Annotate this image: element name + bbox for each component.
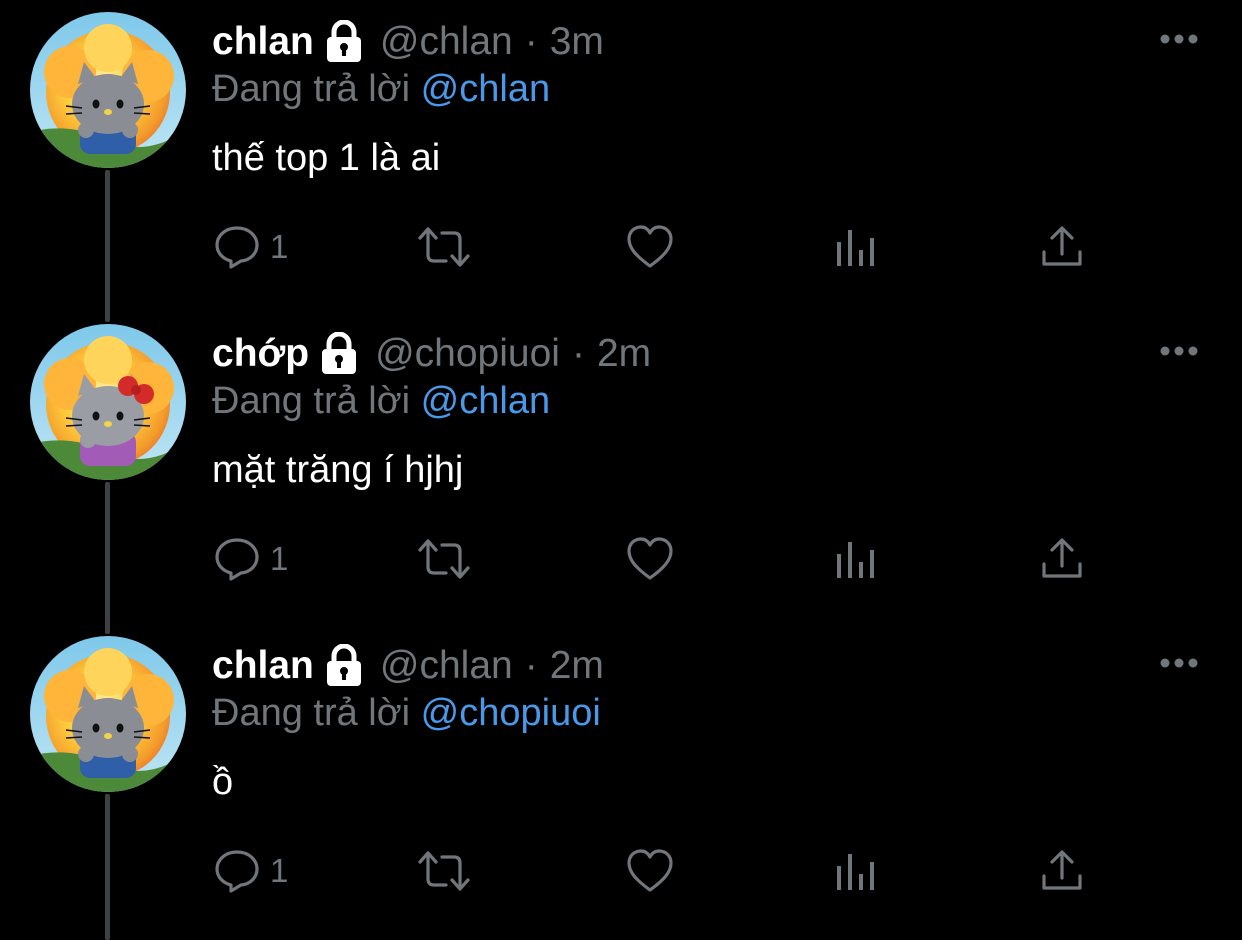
separator-dot: · <box>524 644 538 687</box>
replying-to: Đang trả lời @chopiuoi <box>212 692 601 735</box>
tweet-actions: 1 <box>0 524 1242 594</box>
avatar[interactable] <box>30 12 186 168</box>
replying-to-label: Đang trả lời <box>212 68 411 110</box>
reply-button[interactable]: 1 <box>214 524 288 594</box>
reply-icon <box>215 850 259 893</box>
lock-icon <box>326 644 361 686</box>
replying-to: Đang trả lời @chlan <box>212 380 550 423</box>
heart-icon <box>627 849 673 892</box>
timestamp[interactable]: 2m <box>597 332 651 376</box>
more-icon[interactable] <box>1158 32 1200 46</box>
tweet-text: mặt trăng í hjhj <box>212 449 464 491</box>
reply-mention-link[interactable]: @chlan <box>421 68 550 110</box>
separator-dot: · <box>524 20 538 63</box>
reply-button[interactable]: 1 <box>214 212 288 282</box>
user-handle[interactable]: @chlan <box>380 20 513 64</box>
tweet-text: ồ <box>212 761 234 803</box>
reply-button[interactable]: 1 <box>214 836 288 906</box>
share-icon <box>1042 850 1082 890</box>
like-button[interactable] <box>626 836 674 906</box>
user-handle[interactable]: @chlan <box>380 644 513 688</box>
replying-to-label: Đang trả lời <box>212 692 411 734</box>
retweet-button[interactable] <box>416 524 472 594</box>
share-button[interactable] <box>1040 836 1084 906</box>
tweet[interactable]: chlan @chlan · 3m Đang trả lời @chlan th… <box>0 0 1242 312</box>
reply-mention-link[interactable]: @chopiuoi <box>421 692 601 734</box>
lock-icon <box>326 20 361 62</box>
tweet-header: chlan @chlan · 3m <box>212 18 604 66</box>
analytics-icon <box>837 542 874 578</box>
tweet-actions: 1 <box>0 212 1242 282</box>
display-name[interactable]: chlan <box>212 644 314 688</box>
timestamp[interactable]: 3m <box>550 20 604 64</box>
replying-to-label: Đang trả lời <box>212 380 411 422</box>
reply-mention-link[interactable]: @chlan <box>421 380 550 422</box>
user-handle[interactable]: @chopiuoi <box>375 332 560 376</box>
analytics-button[interactable] <box>834 524 878 594</box>
analytics-icon <box>837 230 874 266</box>
heart-icon <box>627 537 673 580</box>
retweet-icon <box>418 851 470 891</box>
analytics-button[interactable] <box>834 212 878 282</box>
reply-icon <box>215 538 259 581</box>
reply-count: 1 <box>270 852 289 889</box>
share-button[interactable] <box>1040 212 1084 282</box>
tweet-header: chlan @chlan · 2m <box>212 642 604 690</box>
share-icon <box>1042 226 1082 266</box>
tweet-text: thế top 1 là ai <box>212 137 441 179</box>
display-name[interactable]: chớp <box>212 332 309 376</box>
analytics-icon <box>837 854 874 890</box>
heart-icon <box>627 225 673 268</box>
tweet-header: chớp @chopiuoi · 2m <box>212 330 651 378</box>
share-button[interactable] <box>1040 524 1084 594</box>
like-button[interactable] <box>626 524 674 594</box>
tweet[interactable]: chớp @chopiuoi · 2m Đang trả lời @chlan … <box>0 312 1242 624</box>
analytics-button[interactable] <box>834 836 878 906</box>
avatar[interactable] <box>30 636 186 792</box>
retweet-button[interactable] <box>416 212 472 282</box>
tweet-actions: 1 <box>0 836 1242 906</box>
reply-count: 1 <box>270 228 289 265</box>
retweet-icon <box>418 539 470 579</box>
tweet[interactable]: chlan @chlan · 2m Đang trả lời @chopiuoi… <box>0 624 1242 936</box>
retweet-button[interactable] <box>416 836 472 906</box>
retweet-icon <box>418 227 470 267</box>
reply-icon <box>215 226 259 269</box>
share-icon <box>1042 538 1082 578</box>
display-name[interactable]: chlan <box>212 20 314 64</box>
like-button[interactable] <box>626 212 674 282</box>
reply-count: 1 <box>270 540 289 577</box>
replying-to: Đang trả lời @chlan <box>212 68 550 111</box>
more-icon[interactable] <box>1158 344 1200 358</box>
lock-icon <box>322 332 357 374</box>
timestamp[interactable]: 2m <box>550 644 604 688</box>
separator-dot: · <box>571 332 585 375</box>
more-icon[interactable] <box>1158 656 1200 670</box>
avatar[interactable] <box>30 324 186 480</box>
